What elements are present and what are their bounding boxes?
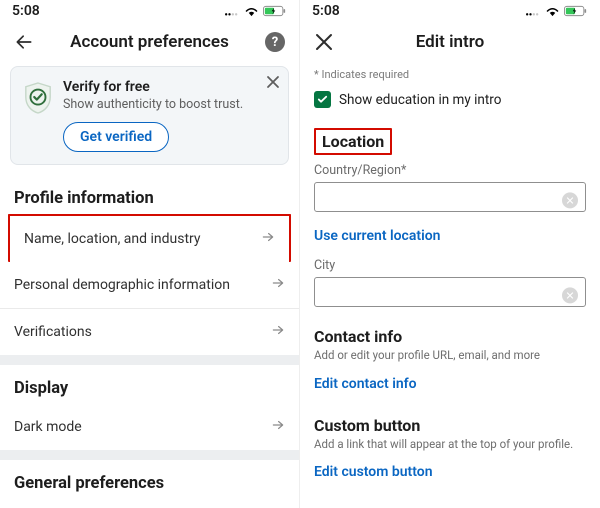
- show-education-toggle[interactable]: Show education in my intro: [300, 83, 600, 122]
- checkbox-checked-icon: [314, 91, 331, 108]
- battery-icon: [564, 5, 588, 17]
- row-personal-demographic[interactable]: Personal demographic information: [0, 262, 299, 309]
- contact-info-description: Add or edit your profile URL, email, and…: [300, 348, 600, 370]
- country-region-input[interactable]: [314, 182, 586, 212]
- shield-check-icon: [23, 81, 53, 152]
- status-icons: [525, 5, 588, 17]
- verify-card: Verify for free Show authenticity to boo…: [10, 66, 289, 165]
- signal-icon: [525, 6, 541, 16]
- status-bar: 5:08: [0, 0, 299, 22]
- clear-input-button[interactable]: ✕: [562, 287, 578, 303]
- country-region-label: Country/Region*: [300, 163, 600, 182]
- signal-icon: [224, 6, 240, 16]
- checkbox-label: Show education in my intro: [339, 92, 501, 108]
- arrow-left-icon: [14, 32, 34, 52]
- verify-subtitle: Show authenticity to boost trust.: [63, 97, 276, 112]
- clear-input-button[interactable]: ✕: [562, 192, 578, 208]
- city-input[interactable]: [314, 277, 586, 307]
- wifi-icon: [244, 6, 259, 17]
- edit-contact-info-link[interactable]: Edit contact info: [300, 370, 600, 406]
- status-time: 5:08: [312, 3, 340, 19]
- close-button[interactable]: [312, 30, 336, 54]
- dismiss-verify-button[interactable]: [266, 75, 280, 93]
- close-icon: [266, 75, 280, 89]
- header: Edit intro: [300, 22, 600, 62]
- custom-button-description: Add a link that will appear at the top o…: [300, 437, 600, 459]
- battery-icon: [263, 5, 287, 17]
- page-title: Account preferences: [44, 32, 255, 52]
- help-button[interactable]: ?: [263, 30, 287, 54]
- wifi-icon: [545, 6, 560, 17]
- chevron-right-icon: [271, 418, 285, 436]
- status-icons: [224, 5, 287, 17]
- status-bar: 5:08: [300, 0, 600, 22]
- row-verifications[interactable]: Verifications: [0, 309, 299, 355]
- edit-intro-screen: 5:08 Edit intro * Indicates required Sho…: [300, 0, 600, 508]
- city-label: City: [300, 258, 600, 277]
- get-verified-button[interactable]: Get verified: [63, 122, 169, 152]
- row-label: Dark mode: [14, 419, 82, 435]
- edit-custom-button-link[interactable]: Edit custom button: [300, 458, 600, 484]
- close-icon: [315, 33, 333, 51]
- row-label: Verifications: [14, 324, 92, 340]
- section-contact-info-heading: Contact info: [300, 317, 600, 348]
- close-icon: ✕: [565, 289, 574, 302]
- back-button[interactable]: [12, 30, 36, 54]
- close-icon: ✕: [565, 194, 574, 207]
- use-current-location-link[interactable]: Use current location: [300, 222, 600, 258]
- row-dark-mode[interactable]: Dark mode: [0, 404, 299, 450]
- section-display: Display: [0, 365, 299, 404]
- section-profile-information: Profile information: [0, 175, 299, 214]
- status-time: 5:08: [12, 3, 40, 19]
- chevron-right-icon: [261, 230, 275, 248]
- header: Account preferences ?: [0, 22, 299, 62]
- row-name-location-industry[interactable]: Name, location, and industry: [8, 214, 291, 262]
- chevron-right-icon: [271, 276, 285, 294]
- help-icon: ?: [265, 32, 285, 52]
- section-divider: [0, 450, 299, 460]
- verify-title: Verify for free: [63, 79, 276, 95]
- row-label: Personal demographic information: [14, 277, 230, 293]
- section-general-preferences: General preferences: [0, 460, 299, 499]
- row-label: Name, location, and industry: [24, 231, 201, 247]
- section-custom-button-heading: Custom button: [300, 406, 600, 437]
- required-indicator-note: * Indicates required: [300, 62, 600, 83]
- section-divider: [0, 355, 299, 365]
- account-preferences-screen: 5:08 Account preferences ? Verify for fr…: [0, 0, 300, 508]
- section-location-heading: Location: [314, 128, 392, 155]
- page-title: Edit intro: [344, 32, 556, 52]
- chevron-right-icon: [271, 323, 285, 341]
